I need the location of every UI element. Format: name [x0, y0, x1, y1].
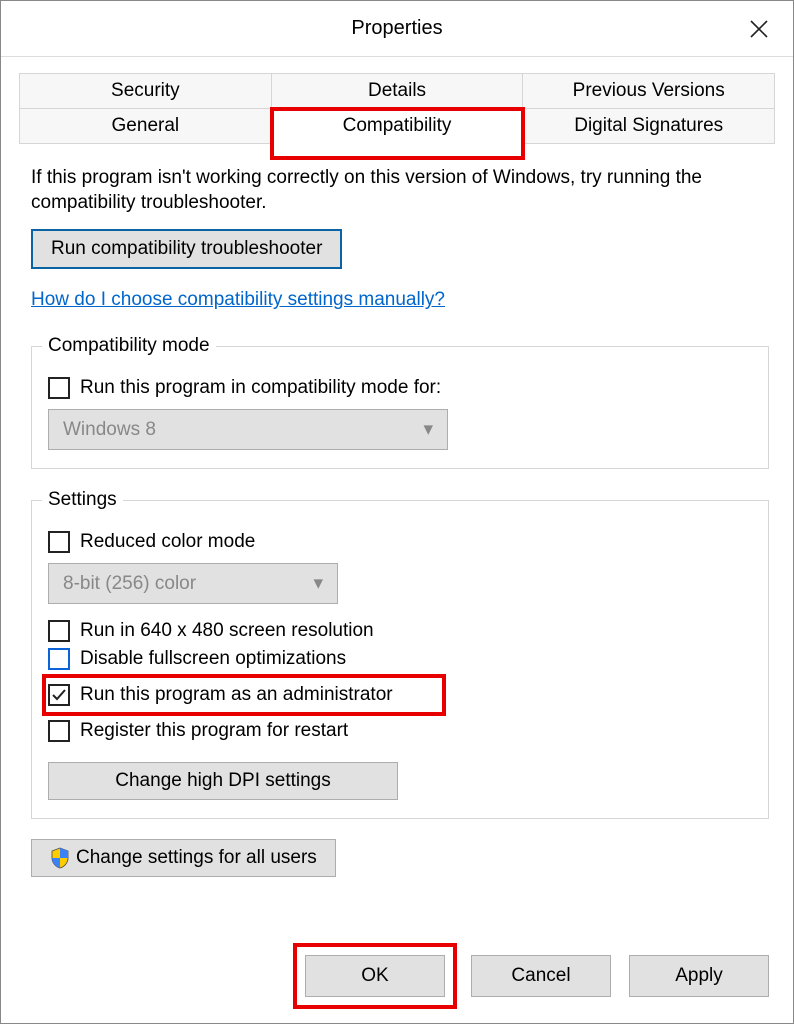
apply-button[interactable]: Apply	[629, 955, 769, 997]
run-admin-checkbox[interactable]	[48, 684, 70, 706]
run-admin-label: Run this program as an administrator	[80, 684, 393, 706]
dialog-footer: OK Cancel Apply	[297, 947, 769, 1005]
close-button[interactable]	[743, 13, 775, 45]
close-icon	[749, 19, 769, 39]
color-dropdown[interactable]: 8-bit (256) color ▾	[48, 563, 338, 604]
reduced-color-checkbox[interactable]	[48, 531, 70, 553]
compat-mode-dropdown-value: Windows 8	[63, 419, 156, 441]
tab-previous-versions[interactable]: Previous Versions	[523, 73, 775, 109]
ok-highlight: OK	[297, 947, 453, 1005]
compat-mode-legend: Compatibility mode	[42, 335, 216, 357]
change-all-users-button[interactable]: Change settings for all users	[31, 839, 336, 877]
settings-legend: Settings	[42, 489, 123, 511]
title-bar: Properties	[1, 1, 793, 57]
change-dpi-button[interactable]: Change high DPI settings	[48, 762, 398, 800]
resolution-checkbox[interactable]	[48, 620, 70, 642]
tab-content: If this program isn't working correctly …	[1, 144, 793, 887]
tab-compatibility[interactable]: Compatibility	[272, 109, 524, 158]
tab-security[interactable]: Security	[19, 73, 272, 109]
compat-mode-label: Run this program in compatibility mode f…	[80, 377, 441, 399]
resolution-label: Run in 640 x 480 screen resolution	[80, 620, 374, 642]
tab-details[interactable]: Details	[272, 73, 524, 109]
settings-group: Settings Reduced color mode 8-bit (256) …	[31, 489, 769, 819]
shield-icon	[50, 847, 70, 869]
color-dropdown-value: 8-bit (256) color	[63, 573, 196, 595]
disable-fullscreen-label: Disable fullscreen optimizations	[80, 648, 346, 670]
run-troubleshooter-button[interactable]: Run compatibility troubleshooter	[31, 229, 342, 269]
compat-mode-dropdown[interactable]: Windows 8 ▾	[48, 409, 448, 450]
ok-button[interactable]: OK	[305, 955, 445, 997]
tab-digital-signatures[interactable]: Digital Signatures	[523, 109, 775, 144]
tab-strip: Security Details Previous Versions Gener…	[19, 73, 775, 144]
compat-mode-checkbox[interactable]	[48, 377, 70, 399]
disable-fullscreen-checkbox[interactable]	[48, 648, 70, 670]
change-all-users-label: Change settings for all users	[76, 847, 317, 869]
intro-text: If this program isn't working correctly …	[31, 166, 769, 215]
compatibility-mode-group: Compatibility mode Run this program in c…	[31, 335, 769, 469]
tab-general[interactable]: General	[19, 109, 272, 144]
register-restart-label: Register this program for restart	[80, 720, 348, 742]
register-restart-checkbox[interactable]	[48, 720, 70, 742]
chevron-down-icon: ▾	[313, 572, 323, 595]
chevron-down-icon: ▾	[423, 418, 433, 441]
cancel-button[interactable]: Cancel	[471, 955, 611, 997]
window-title: Properties	[351, 17, 442, 40]
help-link[interactable]: How do I choose compatibility settings m…	[31, 289, 445, 311]
reduced-color-label: Reduced color mode	[80, 531, 255, 553]
